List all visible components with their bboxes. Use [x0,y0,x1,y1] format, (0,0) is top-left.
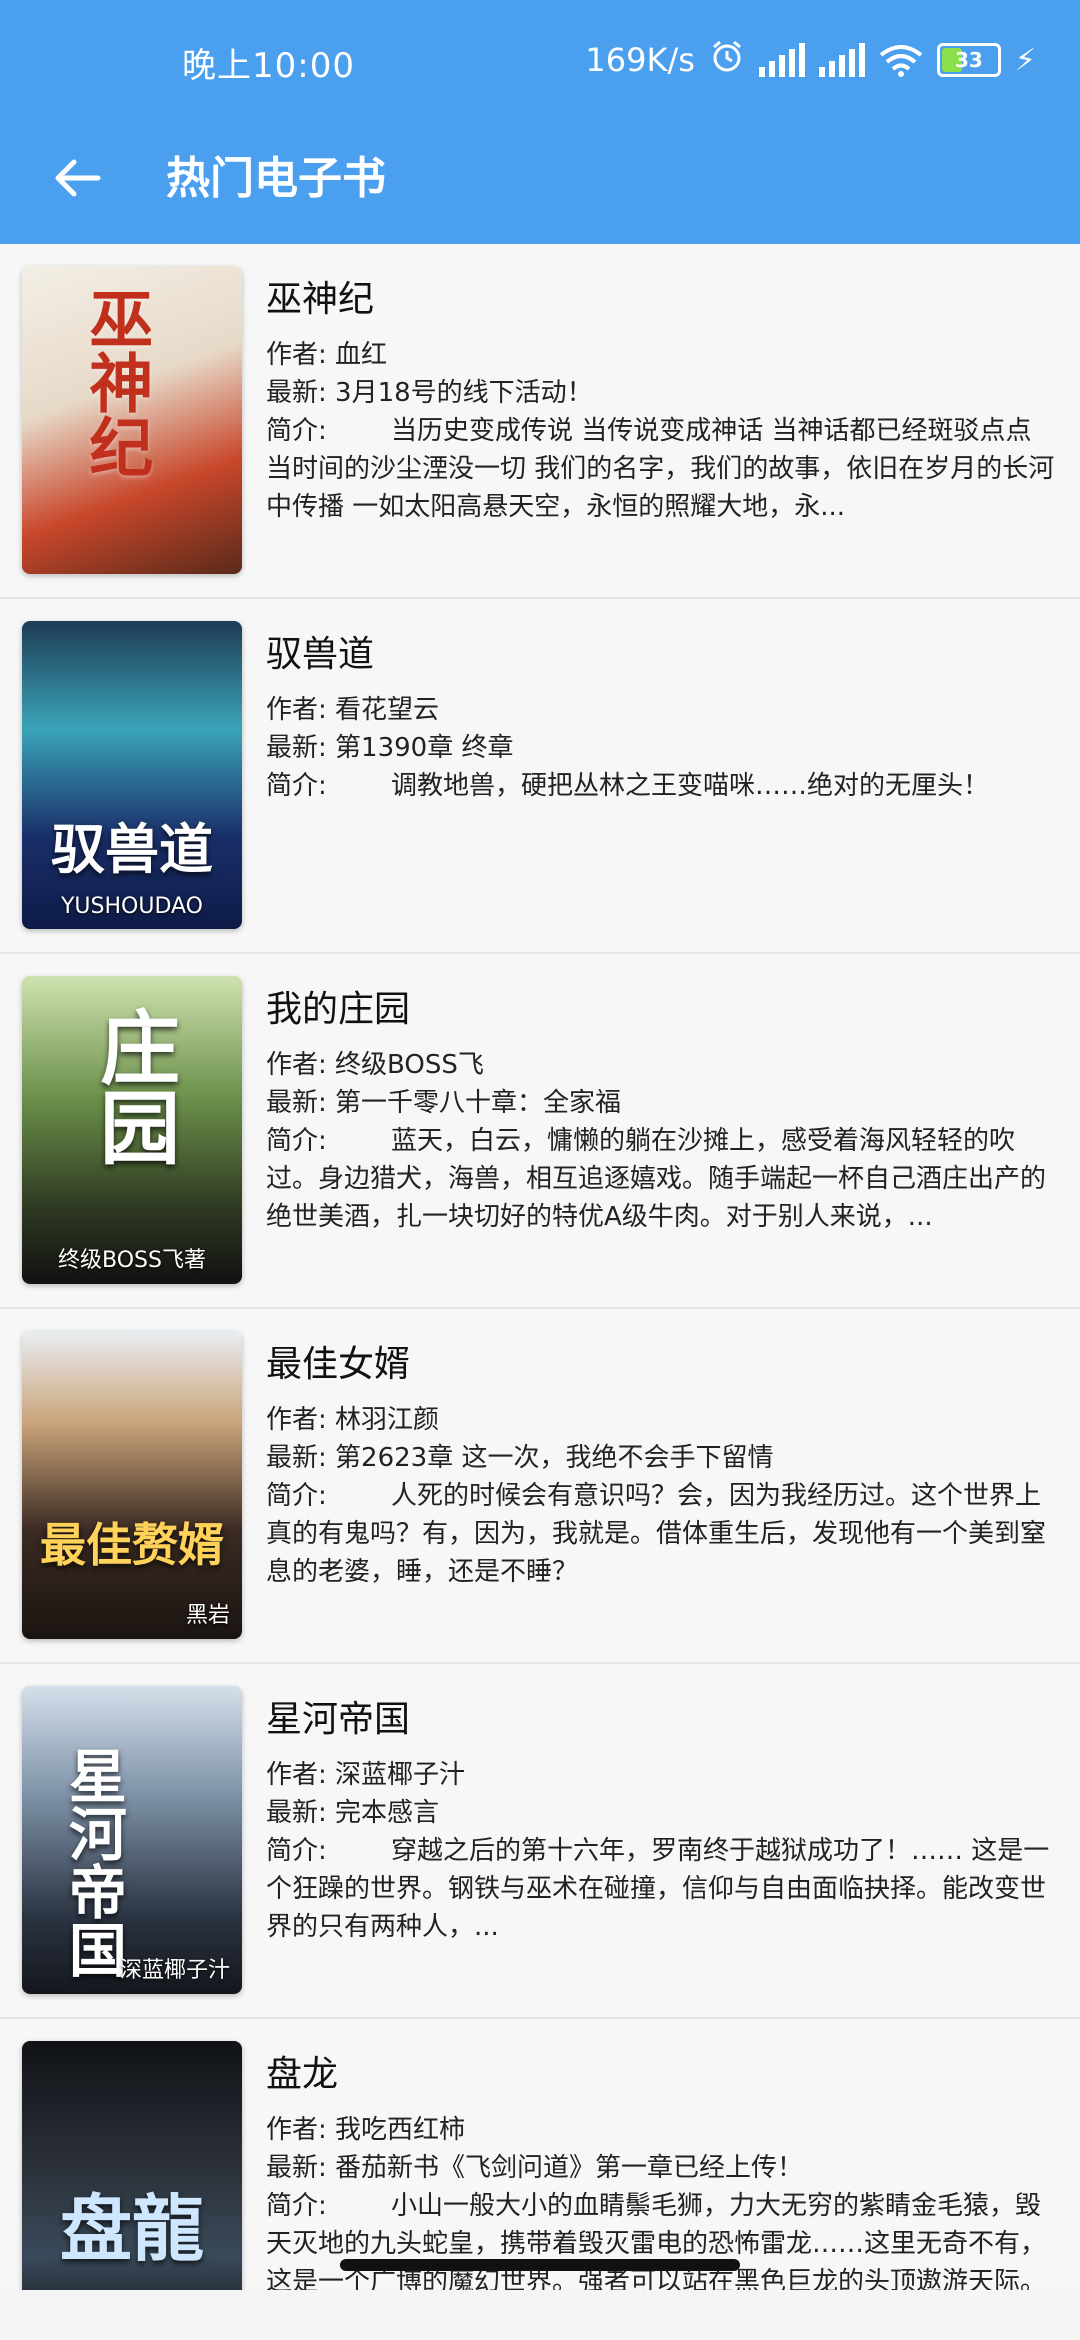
book-list-item[interactable]: 庄园 终级BOSS飞著 我的庄园 作者: 终级BOSS飞 最新: 第一千零八十章… [0,954,1080,1309]
book-latest: 最新: 第2623章 这一次，我绝不会手下留情 [266,1443,774,1473]
charging-icon: ⚡ [1014,42,1036,78]
book-info: 盘龙 作者: 我吃西红柿 最新: 番茄新书《飞剑问道》第一章已经上传！ 简介: … [266,2041,1062,2290]
book-author: 作者: 看花望云 [266,695,440,725]
book-title: 我的庄园 [266,989,411,1030]
signal-hd-icon [818,43,865,77]
book-title: 盘龙 [266,2054,339,2095]
book-intro: 简介: 人死的时候会有意识吗？会，因为我经历过。这个世界上真的有鬼吗？有，因为，… [266,1481,1047,1587]
book-intro: 简介: 小山一般大小的血睛鬃毛狮，力大无穷的紫睛金毛猿，毁天灭地的九头蛇皇，携带… [266,2191,1047,2290]
cover-title: 盘龍 [59,2186,204,2271]
status-icons: 169K/s 33 ⚡ [585,36,1036,84]
book-author: 作者: 深蓝椰子汁 [266,1760,466,1790]
home-indicator[interactable] [340,2259,740,2271]
book-cover: 星河帝国 深蓝椰子汁 [22,1686,242,1994]
cover-subtitle: YUSHOUDAO [60,894,203,919]
cover-title: 庄园 [87,1006,181,1166]
cover-title: 最佳赘婿 [40,1518,224,1572]
book-list-item[interactable]: 驭兽道 YUSHOUDAO 驭兽道 作者: 看花望云 最新: 第1390章 终章… [0,599,1080,954]
back-button[interactable] [48,148,108,208]
cover-title: 驭兽道 [51,817,213,881]
book-author: 作者: 终级BOSS飞 [266,1050,484,1080]
book-info: 星河帝国 作者: 深蓝椰子汁 最新: 完本感言 简介: 穿越之后的第十六年，罗南… [266,1686,1062,1946]
cover-title: 星河帝国 [58,1746,127,1978]
book-info: 驭兽道 作者: 看花望云 最新: 第1390章 终章 简介: 调教地兽，硬把丛林… [266,621,1062,805]
wifi-icon [879,45,923,77]
book-author: 作者: 我吃西红柿 [266,2115,466,2145]
book-list-item[interactable]: 巫神纪 巫神纪 作者: 血红 最新: 3月18号的线下活动！ 简介: 当历史变成… [0,244,1080,599]
book-list[interactable]: 巫神纪 巫神纪 作者: 血红 最新: 3月18号的线下活动！ 简介: 当历史变成… [0,244,1080,2290]
book-list-item[interactable]: 星河帝国 深蓝椰子汁 星河帝国 作者: 深蓝椰子汁 最新: 完本感言 简介: 穿… [0,1664,1080,2019]
book-latest: 最新: 3月18号的线下活动！ [266,378,593,408]
book-list-item[interactable]: 最佳赘婿 黑岩 最佳女婿 作者: 林羽江颜 最新: 第2623章 这一次，我绝不… [0,1309,1080,1664]
page-title: 热门电子书 [166,153,386,204]
alarm-icon [709,38,745,82]
status-bar: 晚上10:00 169K/s 33 ⚡ [0,0,1080,126]
book-info: 巫神纪 作者: 血红 最新: 3月18号的线下活动！ 简介: 当历史变成传说 当… [266,266,1062,526]
book-cover: 最佳赘婿 黑岩 [22,1331,242,1639]
book-info: 最佳女婿 作者: 林羽江颜 最新: 第2623章 这一次，我绝不会手下留情 简介… [266,1331,1062,1591]
book-intro: 简介: 当历史变成传说 当传说变成神话 当神话都已经斑驳点点 当时间的沙尘湮没一… [266,416,1055,522]
cover-subtitle: 黑岩 [185,1603,230,1628]
arrow-left-icon [55,159,101,197]
battery-level: 33 [955,48,983,72]
book-author: 作者: 林羽江颜 [266,1405,440,1435]
cover-subtitle: 终级BOSS飞著 [58,1248,206,1273]
cover-title: 巫神纪 [78,286,154,478]
signal-hd-icon [758,43,805,77]
book-cover: 庄园 终级BOSS飞著 [22,976,242,1284]
book-intro: 简介: 调教地兽，硬把丛林之王变喵咪……绝对的无厘头！ [266,771,990,801]
book-title: 最佳女婿 [266,1344,411,1385]
book-cover: 驭兽道 YUSHOUDAO [22,621,242,929]
network-speed: 169K/s [585,41,695,79]
book-author: 作者: 血红 [266,340,388,370]
book-info: 我的庄园 作者: 终级BOSS飞 最新: 第一千零八十章：全家福 简介: 蓝天，… [266,976,1062,1236]
book-list-item[interactable]: 盘龍 盘龙 作者: 我吃西红柿 最新: 番茄新书《飞剑问道》第一章已经上传！ 简… [0,2019,1080,2290]
book-cover: 巫神纪 [22,266,242,574]
cover-subtitle: 深蓝椰子汁 [119,1958,230,1983]
top-bar: 晚上10:00 169K/s 33 ⚡ 热门电子书 [0,0,1080,244]
book-cover: 盘龍 [22,2041,242,2290]
book-latest: 最新: 第1390章 终章 [266,733,514,763]
app-bar: 热门电子书 [0,126,1080,244]
book-latest: 最新: 番茄新书《飞剑问道》第一章已经上传！ [266,2153,804,2183]
status-time: 晚上10:00 [182,46,355,86]
book-latest: 最新: 完本感言 [266,1798,440,1828]
book-latest: 最新: 第一千零八十章：全家福 [266,1088,622,1118]
book-title: 驭兽道 [266,634,375,675]
battery-icon: 33 [936,43,1001,77]
book-intro: 简介: 穿越之后的第十六年，罗南终于越狱成功了！…… 这是一个狂躁的世界。钢铁与… [266,1836,1050,1942]
book-title: 星河帝国 [266,1699,411,1740]
book-intro: 简介: 蓝天，白云，慵懒的躺在沙摊上，感受着海风轻轻的吹过。身边猎犬，海兽，相互… [266,1126,1047,1232]
book-title: 巫神纪 [266,279,375,320]
